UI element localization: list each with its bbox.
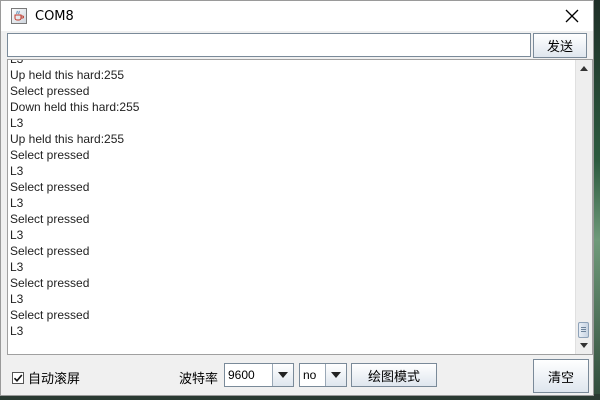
line-ending-dropdown-button[interactable]: [325, 364, 346, 386]
title-bar[interactable]: COM8: [1, 1, 593, 31]
send-row: 发送: [7, 33, 587, 59]
output-line: L3: [10, 260, 24, 274]
baud-rate-dropdown-button[interactable]: [272, 364, 293, 386]
output-line: Down held this hard:255: [10, 100, 140, 114]
scroll-up-button[interactable]: [576, 60, 592, 76]
serial-monitor-window: COM8 发送 L3 Up held this hard:255 Select …: [0, 0, 594, 396]
output-line: Up held this hard:255: [10, 132, 125, 146]
vertical-scrollbar[interactable]: [575, 60, 592, 354]
scroll-down-button[interactable]: [576, 338, 592, 354]
baud-rate-select[interactable]: 9600: [224, 363, 294, 387]
output-lines: L3 Up held this hard:255 Select pressed …: [10, 59, 574, 339]
arrow-up-icon: [580, 66, 588, 71]
output-line: Select pressed: [10, 276, 90, 290]
baud-rate-label: 波特率: [179, 372, 219, 387]
output-line: Select pressed: [10, 180, 90, 194]
output-line: Select pressed: [10, 308, 90, 322]
send-button[interactable]: 发送: [533, 33, 587, 58]
check-icon: [13, 373, 23, 382]
output-line: L3: [10, 116, 24, 130]
output-line: L3: [10, 324, 24, 338]
baud-rate-value: 9600: [228, 368, 255, 382]
scrollbar-thumb[interactable]: [578, 322, 589, 338]
output-line: Select pressed: [10, 84, 90, 98]
line-ending-select[interactable]: no: [299, 363, 347, 387]
output-line: Up held this hard:255: [10, 68, 125, 82]
output-line: Select pressed: [10, 212, 90, 226]
java-cup-icon: [11, 8, 27, 24]
send-input[interactable]: [7, 33, 531, 57]
line-ending-value: no: [303, 368, 317, 382]
chevron-down-icon: [278, 372, 288, 378]
autoscroll-toggle[interactable]: 自动滚屏: [12, 368, 80, 387]
output-line: L3: [10, 59, 24, 66]
close-icon: [565, 9, 579, 23]
output-line: L3: [10, 196, 24, 210]
autoscroll-label: 自动滚屏: [28, 372, 81, 387]
output-line: L3: [10, 292, 24, 306]
output-line: Select pressed: [10, 244, 90, 258]
serial-output-area[interactable]: L3 Up held this hard:255 Select pressed …: [7, 59, 593, 355]
plot-mode-button[interactable]: 绘图模式: [351, 363, 437, 387]
output-line: L3: [10, 228, 24, 242]
close-button[interactable]: [559, 3, 585, 29]
chevron-down-icon: [331, 372, 341, 378]
arrow-down-icon: [580, 343, 588, 348]
window-title: COM8: [35, 8, 74, 24]
bottom-toolbar: 自动滚屏 波特率 9600 no 绘图模式 清空: [1, 356, 593, 396]
autoscroll-checkbox[interactable]: [12, 371, 24, 384]
clear-button[interactable]: 清空: [533, 359, 589, 393]
output-line: L3: [10, 164, 24, 178]
output-line: Select pressed: [10, 148, 90, 162]
